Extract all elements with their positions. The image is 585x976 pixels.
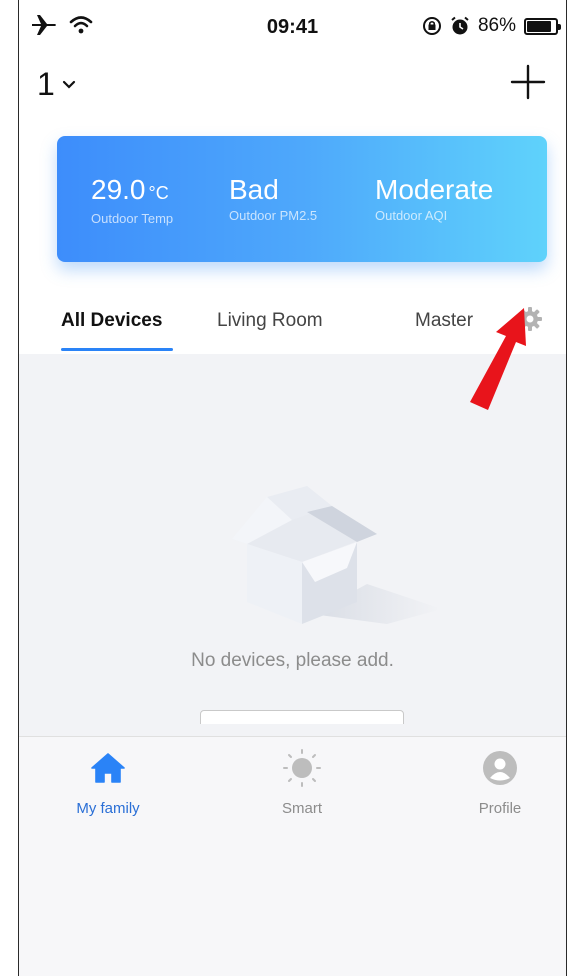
nav-my-family-label: My family [76,800,140,817]
tab-all-devices[interactable]: All Devices [61,310,162,332]
empty-box-illustration [232,486,437,624]
nav-smart-label: Smart [281,800,322,817]
outdoor-aqi: Moderate Outdoor AQI [375,174,493,223]
annotation-arrow [470,308,526,410]
weather-card[interactable]: 29.0 °C Outdoor Temp Bad Outdoor PM2.5 Mo… [57,136,547,262]
chevron-down-icon [62,80,75,89]
outdoor-temp: 29.0 °C Outdoor Temp [91,174,173,226]
temp-label: Outdoor Temp [91,211,174,226]
family-selector[interactable]: 1 [37,66,77,103]
nav-my-family[interactable]: My family [53,749,163,817]
alarm-icon [451,16,469,35]
rotation-lock-icon [422,17,441,35]
plus-icon[interactable] [508,62,548,102]
aqi-value: Moderate [375,174,494,205]
outdoor-pm25: Bad Outdoor PM2.5 [229,174,317,223]
tab-living-room[interactable]: Living Room [217,310,323,332]
nav-profile-label: Profile [478,800,522,817]
battery-percent: 86% [477,15,516,36]
pm25-value: Bad [229,174,279,205]
nav-profile[interactable]: Profile [445,749,555,817]
app-screen: 09:41 86% 1 29.0 °C Outdoor Temp Bad Out… [18,0,567,976]
home-icon [91,753,125,783]
battery-fill [527,20,552,32]
active-tab-indicator [61,348,173,351]
profile-icon [483,751,517,785]
temp-value: 29.0 [91,174,146,205]
battery-icon [524,17,561,35]
header: 1 [19,60,566,110]
aqi-label: Outdoor AQI [375,208,448,223]
bottom-nav: My family Smart Profile [19,724,566,976]
temp-unit: °C [148,183,169,203]
nav-smart[interactable]: Smart [247,749,357,817]
sun-icon [283,749,321,787]
pm25-label: Outdoor PM2.5 [229,208,318,223]
family-name: 1 [37,66,55,102]
status-bar: 09:41 86% [19,0,566,54]
empty-message: No devices, please add. [191,650,394,671]
